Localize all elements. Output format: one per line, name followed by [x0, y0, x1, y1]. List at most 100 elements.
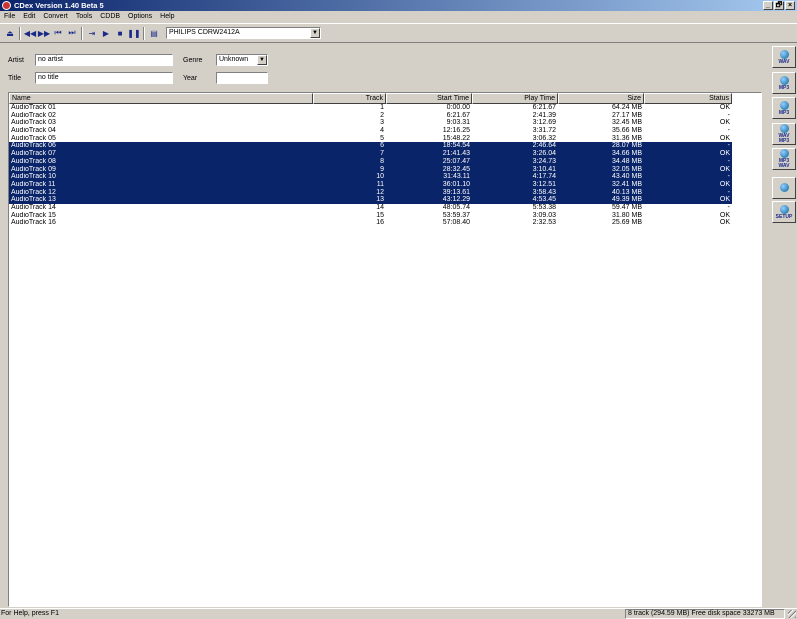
table-row[interactable]: AudioTrack 14 14 48:05.74 5:53.38 59.47 MB - [9, 204, 732, 212]
track-name: AudioTrack 15 [11, 211, 56, 219]
track-play-time: 3:31.72 [532, 127, 556, 135]
track-name: AudioTrack 13 [11, 196, 56, 204]
menu-cddb[interactable]: CDDB [96, 13, 124, 20]
table-row[interactable]: AudioTrack 07 7 21:41.43 3:26.04 34.66 MB OK [9, 150, 732, 158]
table-row[interactable]: AudioTrack 11 11 36:01.10 3:12.51 32.41 MB OK [9, 180, 732, 189]
table-row[interactable]: AudioTrack 12 12 39:13.61 3:58.43 40.13 MB - [9, 188, 732, 197]
track-play-time: 3:26.04 [532, 150, 556, 158]
pause-icon[interactable]: ❚❚ [127, 27, 140, 39]
next-track-icon[interactable]: ⏭ [66, 27, 78, 39]
track-size: 32.41 MB [612, 180, 642, 188]
stop-icon[interactable]: ■ [114, 27, 126, 39]
year-field[interactable] [216, 72, 268, 84]
track-number: 6 [380, 142, 384, 150]
menu-options[interactable]: Options [124, 13, 156, 20]
track-name: AudioTrack 06 [11, 142, 56, 150]
wav-to-mp3-button[interactable]: WAV MP3 [772, 123, 796, 145]
track-play-time: 3:10.41 [532, 165, 556, 173]
mp3-to-wav-button[interactable]: MP3 WAV [772, 148, 796, 170]
track-start-time: 39:13.61 [442, 188, 470, 196]
eject-icon[interactable]: ⏏ [4, 27, 16, 39]
table-row[interactable]: AudioTrack 09 9 28:32.45 3:10.41 32.05 MB OK [9, 165, 732, 174]
table-row[interactable]: AudioTrack 08 8 25:07.47 3:24.73 34.48 MB - [9, 157, 732, 166]
drive-select[interactable]: PHILIPS CDRW2412A ▼ [166, 27, 321, 39]
track-size: 31.36 MB [612, 134, 642, 142]
table-row[interactable]: AudioTrack 04 4 12:16.25 3:31.72 35.66 MB - [9, 127, 732, 135]
window-title: CDex Version 1.40 Beta 5 [14, 1, 104, 10]
record-button[interactable] [772, 177, 796, 199]
artist-label: Artist [8, 57, 24, 64]
play-icon[interactable]: ▶ [100, 27, 112, 39]
toolbar-separator [19, 27, 21, 40]
title-field[interactable]: no title [35, 72, 173, 84]
table-row[interactable]: AudioTrack 13 13 43:12.29 4:53.45 49.39 MB OK [9, 196, 732, 204]
track-name: AudioTrack 07 [11, 150, 56, 158]
track-size: 34.66 MB [612, 150, 642, 158]
track-status: OK [719, 104, 730, 111]
track-play-time: 2:41.39 [532, 111, 556, 119]
track-status: - [727, 127, 730, 135]
previous-track-icon[interactable]: ⏮ [52, 27, 64, 39]
setup-button[interactable]: SETUP [772, 201, 796, 223]
close-button[interactable]: × [785, 1, 795, 10]
track-name: AudioTrack 03 [11, 119, 56, 127]
menu-file[interactable]: File [0, 13, 19, 20]
column-header-size[interactable]: Size [558, 93, 644, 104]
track-name: AudioTrack 14 [11, 203, 56, 211]
track-number: 3 [380, 119, 384, 127]
track-status: OK [719, 134, 730, 142]
menu-edit[interactable]: Edit [19, 13, 39, 20]
rewind-icon[interactable]: ◀◀ [24, 27, 36, 39]
table-row[interactable]: AudioTrack 16 16 57:08.40 2:32.53 25.69 MB OK [9, 219, 732, 227]
chevron-down-icon[interactable]: ▼ [310, 28, 320, 38]
menu-tools[interactable]: Tools [72, 13, 96, 20]
table-row[interactable]: AudioTrack 15 15 53:59.37 3:09.03 31.80 MB OK [9, 212, 732, 220]
cd-to-wav-button[interactable]: WAV [772, 46, 796, 68]
track-list[interactable]: Name Track Start Time Play Time Size Sta… [8, 92, 762, 607]
menu-convert[interactable]: Convert [39, 13, 72, 20]
track-name: AudioTrack 05 [11, 134, 56, 142]
track-number: 1 [380, 104, 384, 111]
genre-select[interactable]: Unknown ▼ [216, 54, 268, 66]
track-status: - [727, 111, 730, 119]
table-row[interactable]: AudioTrack 06 6 18:54.54 2:46.64 28.07 MB - [9, 142, 732, 151]
artist-field[interactable]: no artist [35, 54, 173, 66]
resize-grip[interactable] [788, 610, 796, 618]
fast-forward-icon[interactable]: ▶▶ [38, 27, 50, 39]
title-bar: CDex Version 1.40 Beta 5 _ 🗗 × [0, 0, 797, 11]
column-header-play-time[interactable]: Play Time [472, 93, 558, 104]
table-row[interactable]: AudioTrack 01 1 0:00.00 6:21.67 64.24 MB OK [9, 104, 732, 112]
toolbar-separator [81, 27, 83, 40]
toolbar-separator [143, 27, 145, 40]
table-row[interactable]: AudioTrack 05 5 15:48.22 3:06.32 31.36 MB OK [9, 135, 732, 143]
chevron-down-icon[interactable]: ▼ [257, 55, 267, 65]
column-header-name[interactable]: Name [9, 93, 313, 104]
minimize-button[interactable]: _ [763, 1, 773, 10]
column-header-track[interactable]: Track [313, 93, 386, 104]
track-start-time: 53:59.37 [442, 211, 470, 219]
table-row[interactable]: AudioTrack 10 10 31:43.11 4:17.74 43.40 MB - [9, 173, 732, 181]
play-range-icon[interactable]: ⇥ [86, 27, 98, 39]
track-play-time: 5:53.38 [532, 203, 556, 211]
track-number: 16 [376, 219, 384, 227]
cd-info-icon[interactable]: ▤ [148, 27, 160, 39]
app-icon [2, 1, 11, 10]
track-start-time: 48:05.74 [442, 203, 470, 211]
menu-help[interactable]: Help [156, 13, 178, 20]
track-rows: AudioTrack 01 1 0:00.00 6:21.67 64.24 MB OK Au… [9, 104, 732, 227]
column-header-start-time[interactable]: Start Time [386, 93, 472, 104]
genre-label: Genre [183, 57, 203, 64]
table-row[interactable]: AudioTrack 02 2 6:21.67 2:41.39 27.17 MB - [9, 112, 732, 120]
wav-to-mp3-icon [779, 124, 789, 133]
toolbar: ⏏ ◀◀ ▶▶ ⏮ ⏭ ⇥ ▶ ■ ❚❚ ▤ [0, 23, 797, 43]
track-start-time: 28:32.45 [442, 165, 470, 173]
cd-track-to-mp3-icon [779, 100, 789, 110]
restore-button[interactable]: 🗗 [774, 1, 784, 10]
track-size: 32.05 MB [612, 165, 642, 173]
table-row[interactable]: AudioTrack 03 3 9:03.31 3:12.69 32.45 MB OK [9, 119, 732, 127]
track-size: 49.39 MB [612, 196, 642, 204]
column-header-status[interactable]: Status [644, 93, 732, 104]
cd-track-to-mp3-button[interactable]: MP3 [772, 97, 796, 119]
cd-to-mp3-button[interactable]: MP3 [772, 72, 796, 94]
status-disk-info: 8 track (294.59 MB) Free disk space 3327… [625, 609, 785, 619]
